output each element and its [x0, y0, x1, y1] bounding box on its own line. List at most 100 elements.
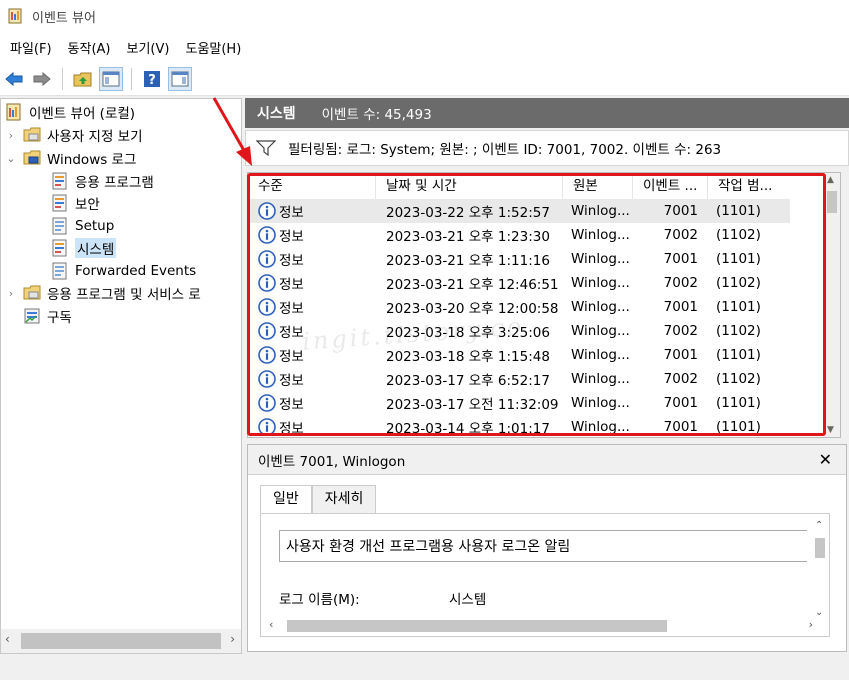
tree-item-setup[interactable]: Setup [51, 215, 114, 237]
tree-item-custom-views[interactable]: › 사용자 지정 보기 [5, 124, 143, 146]
event-row[interactable]: 정보 2023-03-17 오전 11:32:09 Winlog... 7001 (11… [248, 391, 828, 415]
event-task-category: (1101) [716, 419, 761, 435]
event-row[interactable]: 정보 2023-03-21 오후 1:11:16 Winlog... 7001 (110… [248, 247, 828, 271]
event-level: 정보 [279, 277, 304, 293]
window-title: 이벤트 뷰어 [32, 10, 96, 26]
tab-general[interactable]: 일반 [260, 485, 312, 515]
event-level: 정보 [279, 421, 304, 437]
tree-item-apps-and-services[interactable]: › 응용 프로그램 및 서비스 로 [5, 282, 201, 304]
action-pane-button[interactable] [168, 66, 192, 91]
column-headers: 수준 날짜 및 시간 원본 이벤트 ... 작업 범... [248, 173, 828, 199]
close-icon[interactable]: ✕ [819, 450, 832, 469]
event-date-time: 2023-03-18 오후 1:15:48 [386, 349, 550, 365]
toolbar-separator [131, 67, 132, 90]
back-button[interactable] [2, 67, 26, 91]
tree-item-security[interactable]: 보안 [51, 192, 100, 214]
tree-item-forwarded-events[interactable]: Forwarded Events [51, 260, 196, 282]
event-row[interactable]: 정보 2023-03-18 오후 1:15:48 Winlog... 7001 (110… [248, 343, 828, 367]
event-row[interactable]: 정보 2023-03-17 오후 6:52:17 Winlog... 7002 (110… [248, 367, 828, 391]
event-level-cell: 정보 [248, 369, 376, 389]
event-viewer-icon [8, 8, 22, 24]
event-date-time: 2023-03-21 오후 1:11:16 [386, 253, 550, 269]
event-row[interactable]: 정보 2023-03-14 오후 1:01:17 Winlog... 7001 (110… [248, 415, 828, 437]
event-row[interactable]: 정보 2023-03-22 오후 1:52:57 Winlog... 7001 (110… [248, 199, 790, 223]
expand-icon[interactable]: › [5, 287, 17, 300]
menu-help[interactable]: 도움말(H) [179, 38, 247, 57]
tab-details[interactable]: 자세히 [311, 485, 377, 513]
tree-item-label: 사용자 지정 보기 [47, 129, 143, 145]
menu-view[interactable]: 보기(V) [121, 38, 176, 57]
event-row[interactable]: 정보 2023-03-20 오후 12:00:58 Winlog... 7001 (11… [248, 295, 828, 319]
event-level-cell: 정보 [248, 297, 376, 317]
scroll-down-icon[interactable]: ▼ [827, 425, 834, 435]
event-date-time: 2023-03-18 오후 3:25:06 [386, 325, 550, 341]
scroll-thumb[interactable] [21, 633, 221, 649]
event-detail-pane: 이벤트 7001, Winlogon ✕ 일반 자세히 사용자 환경 개선 프로… [247, 444, 847, 652]
column-header-event-id[interactable]: 이벤트 ... [633, 173, 708, 199]
event-date-time: 2023-03-20 오후 12:00:58 [386, 301, 559, 317]
tree-item-label: 응용 프로그램 및 서비스 로 [47, 287, 201, 303]
expand-icon[interactable]: › [5, 129, 17, 142]
detail-vertical-scrollbar[interactable]: ⌃ ⌄ [811, 514, 829, 618]
log-pane: 시스템 이벤트 수: 45,493 필터링됨: 로그: System; 원본: … [245, 98, 849, 654]
tree-item-windows-logs[interactable]: ⌄ Windows 로그 [5, 147, 136, 169]
tree-horizontal-scrollbar[interactable]: ‹ › [1, 629, 241, 653]
event-row[interactable]: 정보 2023-03-18 오후 3:25:06 Winlog... 7002 (110… [248, 319, 828, 343]
event-count: 이벤트 수: 45,493 [321, 107, 432, 123]
event-row[interactable]: 정보 2023-03-21 오후 12:46:51 Winlog... 7002 (11… [248, 271, 828, 295]
scroll-thumb[interactable] [827, 191, 837, 213]
tree-item-event-viewer-local[interactable]: 이벤트 뷰어 (로컬) [5, 101, 135, 123]
scroll-thumb[interactable] [287, 620, 667, 632]
column-header-date-time[interactable]: 날짜 및 시간 [376, 173, 563, 199]
event-source: Winlog... [571, 227, 630, 243]
event-source: Winlog... [571, 299, 630, 315]
tree-item-label: 시스템 [75, 238, 117, 258]
event-date-time: 2023-03-22 오후 1:52:57 [386, 205, 550, 221]
scroll-right-icon[interactable]: › [809, 618, 813, 631]
scroll-down-icon[interactable]: ⌄ [815, 607, 823, 618]
info-icon [258, 202, 276, 220]
tree-item-subscriptions[interactable]: 구독 [23, 305, 72, 327]
log-name-row: 로그 이름(M): 시스템 [279, 588, 486, 608]
tree-item-application[interactable]: 응용 프로그램 [51, 170, 154, 192]
event-list-vertical-scrollbar[interactable]: ▲ ▼ [824, 173, 840, 437]
event-task-category: (1101) [716, 395, 761, 411]
scroll-up-icon[interactable]: ⌃ [815, 520, 823, 531]
collapse-icon[interactable]: ⌄ [5, 152, 17, 165]
event-id: 7002 [663, 227, 698, 243]
event-list[interactable]: 수준 날짜 및 시간 원본 이벤트 ... 작업 범... 정보 2023-03-… [247, 172, 841, 438]
detail-horizontal-scrollbar[interactable]: ‹ › [261, 616, 813, 636]
event-task-category: (1102) [716, 323, 761, 339]
event-viewer-icon [6, 103, 21, 121]
scroll-right-icon[interactable]: › [230, 632, 235, 646]
up-folder-button[interactable] [71, 67, 95, 91]
info-icon [258, 274, 276, 292]
event-level: 정보 [279, 397, 304, 413]
filter-icon [256, 140, 276, 156]
menu-file[interactable]: 파일(F) [4, 38, 58, 57]
column-header-level[interactable]: 수준 [248, 173, 376, 199]
event-task-category: (1101) [716, 299, 761, 315]
menu-action[interactable]: 동작(A) [62, 38, 117, 57]
toolbar-separator [62, 67, 63, 90]
scroll-left-icon[interactable]: ‹ [5, 632, 10, 646]
log-icon [52, 172, 67, 190]
log-icon [52, 194, 67, 212]
event-id: 7001 [663, 299, 698, 315]
tree-item-system[interactable]: 시스템 [51, 237, 117, 259]
show-hide-tree-button[interactable] [99, 66, 123, 91]
column-header-source[interactable]: 원본 [563, 173, 633, 199]
event-level: 정보 [279, 325, 304, 341]
event-task-category: (1102) [716, 371, 761, 387]
column-header-task-category[interactable]: 작업 범... [708, 173, 778, 199]
help-button[interactable]: ? [140, 67, 164, 91]
subscription-icon [24, 308, 40, 324]
scroll-up-icon[interactable]: ▲ [827, 175, 834, 185]
forward-button[interactable] [30, 67, 54, 91]
event-row[interactable]: 정보 2023-03-21 오후 1:23:30 Winlog... 7002 (110… [248, 223, 828, 247]
scroll-thumb[interactable] [815, 538, 825, 558]
event-task-category: (1101) [716, 203, 761, 219]
scroll-left-icon[interactable]: ‹ [269, 618, 273, 631]
event-level: 정보 [279, 253, 304, 269]
log-title: 시스템 [257, 106, 296, 122]
